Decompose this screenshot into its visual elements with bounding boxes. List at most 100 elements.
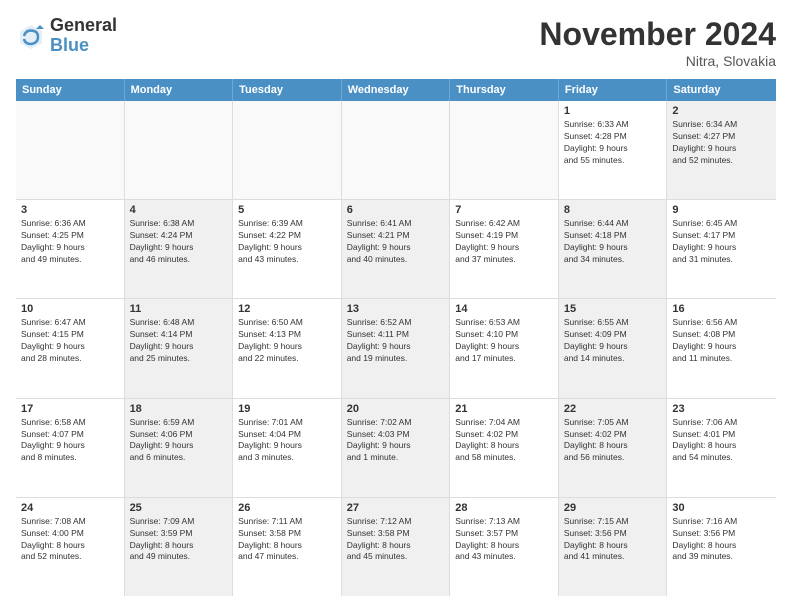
calendar-cell: [16, 101, 125, 199]
day-info: Sunrise: 6:36 AMSunset: 4:25 PMDaylight:…: [21, 218, 119, 266]
calendar-cell: 23Sunrise: 7:06 AMSunset: 4:01 PMDayligh…: [667, 399, 776, 497]
calendar-header: SundayMondayTuesdayWednesdayThursdayFrid…: [16, 79, 776, 101]
calendar-cell: [125, 101, 234, 199]
day-info: Sunrise: 7:13 AMSunset: 3:57 PMDaylight:…: [455, 516, 553, 564]
day-number: 12: [238, 303, 336, 315]
day-info: Sunrise: 6:33 AMSunset: 4:28 PMDaylight:…: [564, 119, 662, 167]
day-info: Sunrise: 6:34 AMSunset: 4:27 PMDaylight:…: [672, 119, 771, 167]
day-info: Sunrise: 7:02 AMSunset: 4:03 PMDaylight:…: [347, 417, 445, 465]
day-number: 30: [672, 502, 771, 514]
calendar-cell: 15 Sunrise: 6:55 AMSunset: 4:09 PMDayligh…: [559, 299, 668, 397]
calendar-cell: 14 Sunrise: 6:53 AMSunset: 4:10 PMDayligh…: [450, 299, 559, 397]
calendar-row: 17 Sunrise: 6:58 AMSunset: 4:07 PMDayligh…: [16, 399, 776, 498]
calendar-cell: 25Sunrise: 7:09 AMSunset: 3:59 PMDayligh…: [125, 498, 234, 596]
calendar-cell: 12Sunrise: 6:50 AMSunset: 4:13 PMDayligh…: [233, 299, 342, 397]
day-info: Sunrise: 7:11 AMSunset: 3:58 PMDaylight:…: [238, 516, 336, 564]
calendar-row: 3Sunrise: 6:36 AMSunset: 4:25 PMDaylight…: [16, 200, 776, 299]
day-info: Sunrise: 7:16 AMSunset: 3:56 PMDaylight:…: [672, 516, 771, 564]
day-info: Sunrise: 6:58 AMSunset: 4:07 PMDaylight:…: [21, 417, 119, 465]
logo-general: General: [50, 16, 117, 36]
day-number: 11: [130, 303, 228, 315]
calendar-cell: [233, 101, 342, 199]
day-info: Sunrise: 6:39 AMSunset: 4:22 PMDaylight:…: [238, 218, 336, 266]
calendar-cell: 10Sunrise: 6:47 AMSunset: 4:15 PMDayligh…: [16, 299, 125, 397]
logo-icon: [16, 21, 46, 51]
location: Nitra, Slovakia: [539, 53, 776, 69]
day-info: Sunrise: 6:56 AMSunset: 4:08 PMDaylight:…: [672, 317, 771, 365]
day-number: 6: [347, 204, 445, 216]
calendar-cell: 22 Sunrise: 7:05 AMSunset: 4:02 PMDayligh…: [559, 399, 668, 497]
day-number: 4: [130, 204, 228, 216]
month-title: November 2024: [539, 16, 776, 53]
day-number: 17: [21, 403, 119, 415]
day-info: Sunrise: 6:59 AMSunset: 4:06 PMDaylight:…: [130, 417, 228, 465]
day-number: 1: [564, 105, 662, 117]
day-info: Sunrise: 6:48 AMSunset: 4:14 PMDaylight:…: [130, 317, 228, 365]
day-number: 7: [455, 204, 553, 216]
day-number: 21: [455, 403, 553, 415]
page: General Blue November 2024 Nitra, Slovak…: [0, 0, 792, 612]
calendar-cell: 19 Sunrise: 7:01 AMSunset: 4:04 PMDayligh…: [233, 399, 342, 497]
day-info: Sunrise: 6:44 AMSunset: 4:18 PMDaylight:…: [564, 218, 662, 266]
calendar-body: 1 Sunrise: 6:33 AMSunset: 4:28 PMDaylight…: [16, 101, 776, 596]
calendar-cell: 6 Sunrise: 6:41 AMSunset: 4:21 PMDaylight…: [342, 200, 451, 298]
calendar-cell: 7 Sunrise: 6:42 AMSunset: 4:19 PMDaylight…: [450, 200, 559, 298]
day-number: 25: [130, 502, 228, 514]
day-number: 29: [564, 502, 662, 514]
calendar-row: 1 Sunrise: 6:33 AMSunset: 4:28 PMDaylight…: [16, 101, 776, 200]
calendar-cell: 9 Sunrise: 6:45 AMSunset: 4:17 PMDaylight…: [667, 200, 776, 298]
calendar-cell: 29 Sunrise: 7:15 AMSunset: 3:56 PMDayligh…: [559, 498, 668, 596]
day-number: 23: [672, 403, 771, 415]
day-number: 19: [238, 403, 336, 415]
day-number: 22: [564, 403, 662, 415]
header: General Blue November 2024 Nitra, Slovak…: [16, 16, 776, 69]
calendar-header-cell: Sunday: [16, 79, 125, 101]
day-number: 15: [564, 303, 662, 315]
day-info: Sunrise: 6:38 AMSunset: 4:24 PMDaylight:…: [130, 218, 228, 266]
day-info: Sunrise: 6:53 AMSunset: 4:10 PMDaylight:…: [455, 317, 553, 365]
day-number: 18: [130, 403, 228, 415]
day-info: Sunrise: 7:01 AMSunset: 4:04 PMDaylight:…: [238, 417, 336, 465]
calendar-cell: 4 Sunrise: 6:38 AMSunset: 4:24 PMDaylight…: [125, 200, 234, 298]
day-info: Sunrise: 7:04 AMSunset: 4:02 PMDaylight:…: [455, 417, 553, 465]
calendar-cell: 8 Sunrise: 6:44 AMSunset: 4:18 PMDaylight…: [559, 200, 668, 298]
day-number: 16: [672, 303, 771, 315]
calendar-header-cell: Friday: [559, 79, 668, 101]
calendar-row: 24Sunrise: 7:08 AMSunset: 4:00 PMDayligh…: [16, 498, 776, 596]
day-info: Sunrise: 6:42 AMSunset: 4:19 PMDaylight:…: [455, 218, 553, 266]
calendar-cell: 16 Sunrise: 6:56 AMSunset: 4:08 PMDayligh…: [667, 299, 776, 397]
day-info: Sunrise: 6:52 AMSunset: 4:11 PMDaylight:…: [347, 317, 445, 365]
calendar-cell: 13Sunrise: 6:52 AMSunset: 4:11 PMDayligh…: [342, 299, 451, 397]
day-info: Sunrise: 6:47 AMSunset: 4:15 PMDaylight:…: [21, 317, 119, 365]
day-info: Sunrise: 6:45 AMSunset: 4:17 PMDaylight:…: [672, 218, 771, 266]
calendar-header-cell: Wednesday: [342, 79, 451, 101]
day-number: 28: [455, 502, 553, 514]
calendar-header-cell: Thursday: [450, 79, 559, 101]
calendar-cell: 27Sunrise: 7:12 AMSunset: 3:58 PMDayligh…: [342, 498, 451, 596]
calendar-cell: 26Sunrise: 7:11 AMSunset: 3:58 PMDayligh…: [233, 498, 342, 596]
day-number: 14: [455, 303, 553, 315]
title-block: November 2024 Nitra, Slovakia: [539, 16, 776, 69]
calendar-cell: 18 Sunrise: 6:59 AMSunset: 4:06 PMDayligh…: [125, 399, 234, 497]
day-info: Sunrise: 7:12 AMSunset: 3:58 PMDaylight:…: [347, 516, 445, 564]
day-number: 9: [672, 204, 771, 216]
day-number: 2: [672, 105, 771, 117]
day-info: Sunrise: 7:15 AMSunset: 3:56 PMDaylight:…: [564, 516, 662, 564]
calendar-cell: 2 Sunrise: 6:34 AMSunset: 4:27 PMDaylight…: [667, 101, 776, 199]
calendar-cell: 11 Sunrise: 6:48 AMSunset: 4:14 PMDayligh…: [125, 299, 234, 397]
calendar-cell: 28 Sunrise: 7:13 AMSunset: 3:57 PMDayligh…: [450, 498, 559, 596]
calendar-cell: 20 Sunrise: 7:02 AMSunset: 4:03 PMDayligh…: [342, 399, 451, 497]
day-info: Sunrise: 7:05 AMSunset: 4:02 PMDaylight:…: [564, 417, 662, 465]
calendar-cell: 21 Sunrise: 7:04 AMSunset: 4:02 PMDayligh…: [450, 399, 559, 497]
day-number: 20: [347, 403, 445, 415]
calendar-cell: 5Sunrise: 6:39 AMSunset: 4:22 PMDaylight…: [233, 200, 342, 298]
calendar-cell: 24Sunrise: 7:08 AMSunset: 4:00 PMDayligh…: [16, 498, 125, 596]
logo-blue: Blue: [50, 36, 117, 56]
day-number: 8: [564, 204, 662, 216]
day-info: Sunrise: 6:41 AMSunset: 4:21 PMDaylight:…: [347, 218, 445, 266]
calendar-cell: 3Sunrise: 6:36 AMSunset: 4:25 PMDaylight…: [16, 200, 125, 298]
calendar-row: 10Sunrise: 6:47 AMSunset: 4:15 PMDayligh…: [16, 299, 776, 398]
calendar-cell: 30 Sunrise: 7:16 AMSunset: 3:56 PMDayligh…: [667, 498, 776, 596]
day-info: Sunrise: 6:55 AMSunset: 4:09 PMDaylight:…: [564, 317, 662, 365]
calendar-cell: [450, 101, 559, 199]
